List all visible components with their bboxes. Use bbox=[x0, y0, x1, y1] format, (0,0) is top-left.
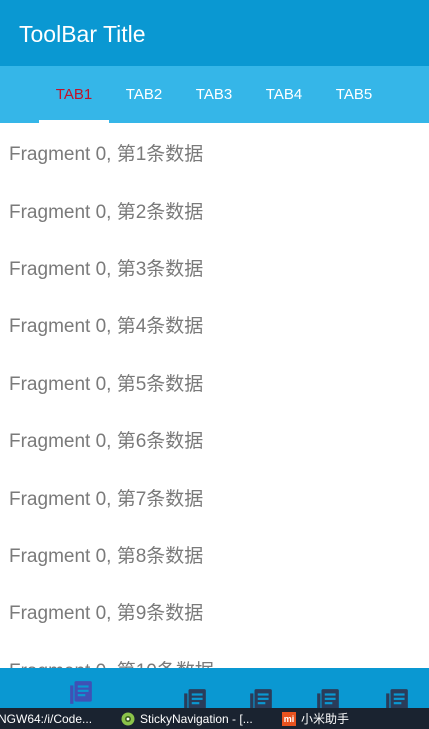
taskbar-item-mi-assistant[interactable]: mi 小米助手 bbox=[282, 708, 349, 729]
mi-icon: mi bbox=[282, 711, 296, 726]
fragment-list[interactable]: Fragment 0, 第1条数据 Fragment 0, 第2条数据 Frag… bbox=[0, 123, 429, 668]
taskbar-item-label: 小米助手 bbox=[301, 712, 350, 726]
bottom-navigation bbox=[0, 668, 429, 708]
book-icon[interactable] bbox=[248, 688, 274, 708]
list-item[interactable]: Fragment 0, 第7条数据 bbox=[0, 468, 429, 525]
taskbar-item-label: NGW64:/i/Code... bbox=[0, 711, 93, 726]
book-icon[interactable] bbox=[384, 688, 410, 708]
list-item[interactable]: Fragment 0, 第10条数据 bbox=[0, 641, 429, 668]
book-icon[interactable] bbox=[68, 680, 94, 706]
tab-4[interactable]: TAB4 bbox=[249, 66, 319, 123]
book-icon[interactable] bbox=[315, 688, 341, 708]
list-item[interactable]: Fragment 0, 第1条数据 bbox=[0, 124, 429, 181]
tab-5[interactable]: TAB5 bbox=[319, 66, 389, 123]
list-item[interactable]: Fragment 0, 第9条数据 bbox=[0, 583, 429, 640]
list-item[interactable]: Fragment 0, 第4条数据 bbox=[0, 296, 429, 353]
toolbar-title: ToolBar Title bbox=[19, 21, 146, 47]
taskbar-item-label: StickyNavigation - [... bbox=[140, 711, 253, 726]
os-taskbar: NGW64:/i/Code... StickyNavigation - [...… bbox=[0, 708, 429, 729]
list-item[interactable]: Fragment 0, 第3条数据 bbox=[0, 239, 429, 296]
tab-bar: TAB1 TAB2 TAB3 TAB4 TAB5 bbox=[0, 66, 429, 123]
tab-1[interactable]: TAB1 bbox=[39, 66, 109, 123]
taskbar-item-android-studio[interactable]: StickyNavigation - [... bbox=[121, 708, 253, 729]
toolbar: ToolBar Title bbox=[0, 0, 429, 66]
list-item[interactable]: Fragment 0, 第5条数据 bbox=[0, 354, 429, 411]
tab-3[interactable]: TAB3 bbox=[179, 66, 249, 123]
book-icon[interactable] bbox=[182, 688, 208, 708]
list-item[interactable]: Fragment 0, 第8条数据 bbox=[0, 526, 429, 583]
tab-2[interactable]: TAB2 bbox=[109, 66, 179, 123]
android-icon bbox=[121, 712, 135, 725]
list-item[interactable]: Fragment 0, 第2条数据 bbox=[0, 181, 429, 238]
list-item[interactable]: Fragment 0, 第6条数据 bbox=[0, 411, 429, 468]
taskbar-item-terminal[interactable]: NGW64:/i/Code... bbox=[0, 708, 92, 729]
